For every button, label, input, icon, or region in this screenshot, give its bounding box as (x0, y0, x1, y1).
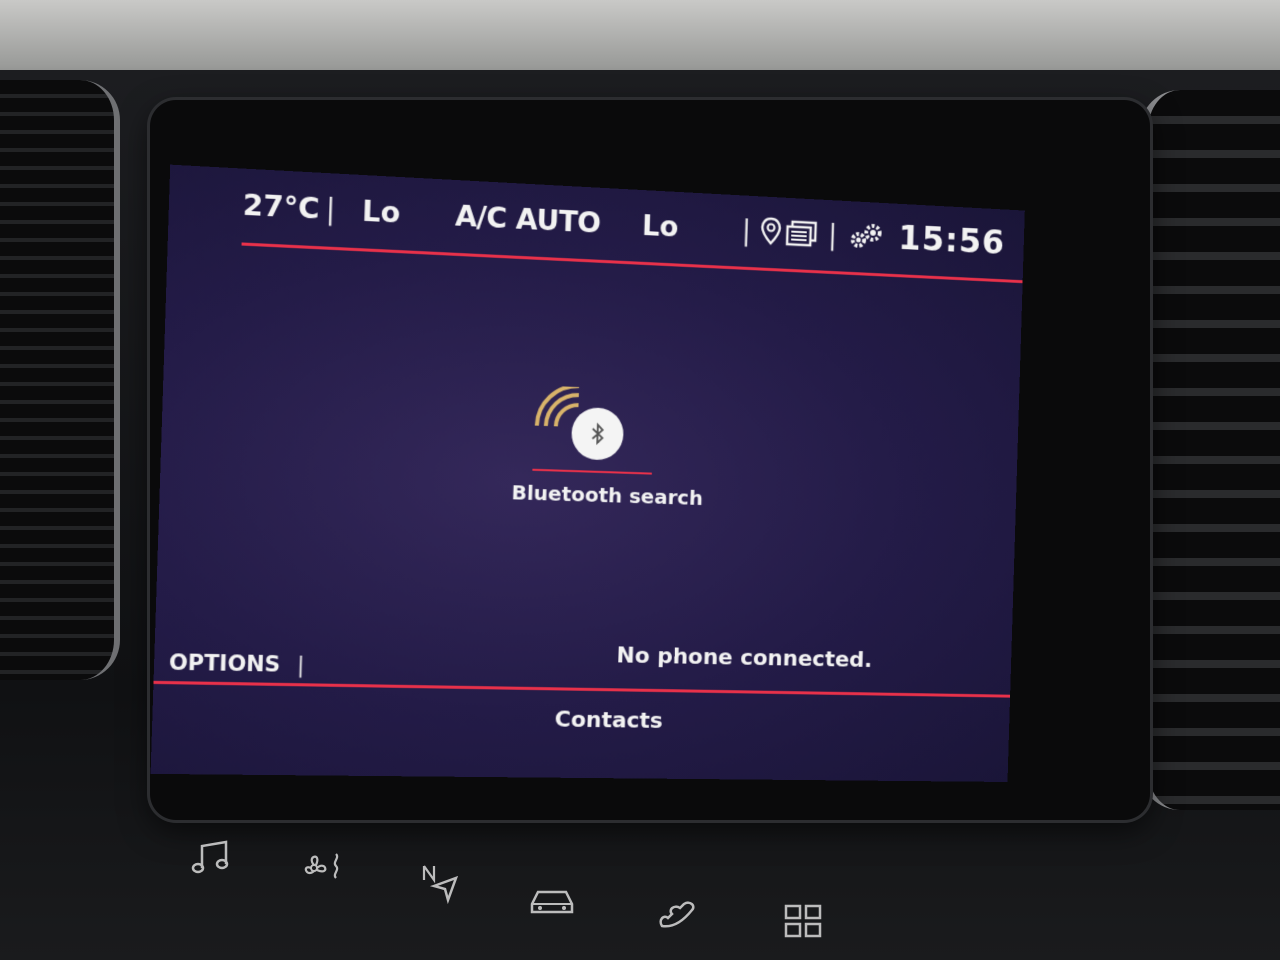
options-label: OPTIONS (168, 650, 281, 677)
air-vent-left (0, 80, 120, 680)
temperature-control[interactable]: 27°C | (242, 188, 362, 228)
bluetooth-search-button[interactable]: Bluetooth search (511, 385, 704, 520)
footer-divider (153, 680, 1011, 698)
fan-speed-right[interactable]: Lo (642, 208, 737, 246)
infotainment-screen: 27°C | Lo A/C AUTO Lo | | 15:56 Bluetoot… (150, 164, 1025, 782)
clock: 15:56 (897, 218, 1006, 263)
vehicle-icon[interactable] (526, 882, 578, 918)
phone-icon[interactable] (654, 896, 698, 936)
bluetooth-underline (532, 468, 652, 475)
options-button[interactable]: OPTIONS | (169, 650, 311, 677)
notifications-icon[interactable] (785, 218, 819, 247)
bluetooth-search-label: Bluetooth search (511, 480, 704, 511)
bluetooth-icon (570, 406, 625, 461)
status-message: No phone connected. (616, 643, 873, 673)
separator: | (325, 191, 337, 227)
ac-mode-button[interactable]: A/C AUTO (455, 199, 643, 242)
hard-button-row (170, 820, 870, 940)
fan-speed-right-value: Lo (641, 208, 680, 244)
contacts-label: Contacts (554, 707, 664, 734)
contacts-button[interactable]: Contacts (554, 707, 663, 733)
temperature-value: 27°C (242, 187, 321, 226)
apps-grid-icon[interactable] (782, 904, 826, 940)
settings-gears-icon[interactable] (846, 221, 883, 252)
navigation-icon[interactable] (420, 864, 462, 904)
separator: | (741, 213, 752, 247)
location-pin-icon[interactable] (760, 216, 782, 247)
ac-mode-label: A/C AUTO (454, 198, 602, 240)
climate-fan-icon[interactable] (296, 848, 348, 888)
fan-speed-left-value: Lo (361, 193, 401, 230)
separator: | (296, 652, 305, 678)
air-vent-right (1140, 90, 1280, 810)
status-icons: | | (735, 213, 883, 253)
fan-speed-left[interactable]: Lo (362, 194, 456, 232)
separator: | (827, 218, 838, 252)
music-icon[interactable] (188, 838, 232, 878)
